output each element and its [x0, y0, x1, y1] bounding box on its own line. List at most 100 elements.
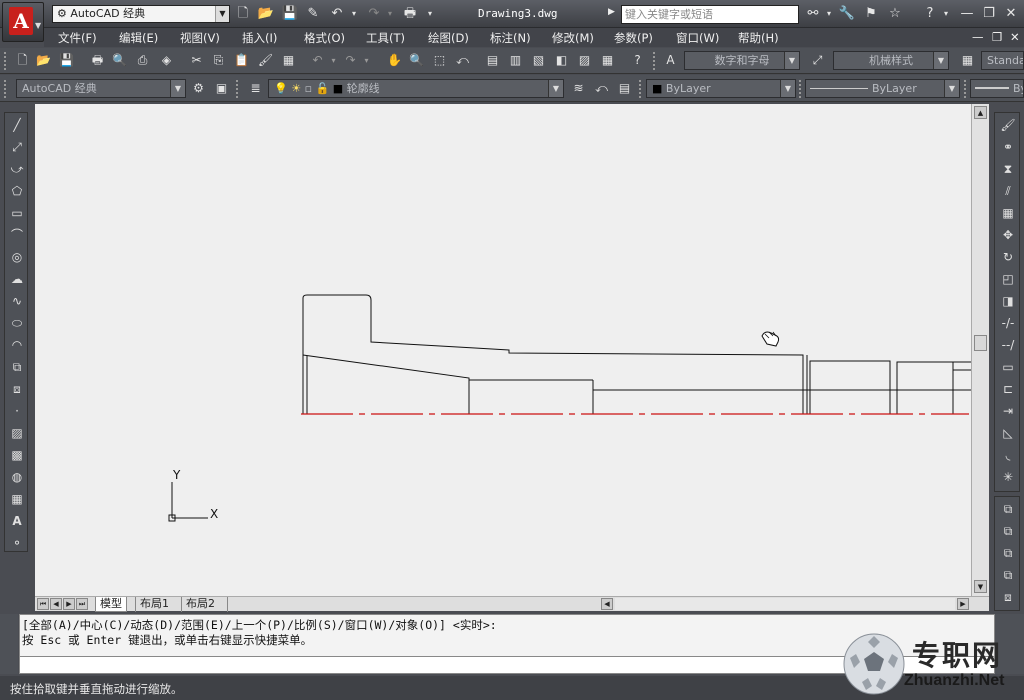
polygon-icon[interactable]: ⬠: [8, 181, 26, 201]
gradient-icon[interactable]: ▩: [8, 445, 26, 465]
restore-drawing-icon[interactable]: ❐: [992, 30, 1002, 44]
region-icon[interactable]: ◍: [8, 467, 26, 487]
bring-to-front-icon[interactable]: ⧉: [999, 499, 1017, 519]
toolbar-grip[interactable]: [653, 52, 657, 70]
qnew-icon[interactable]: 🗋: [14, 52, 31, 69]
menu-dimension[interactable]: 标注(N): [490, 30, 531, 46]
make-block-icon[interactable]: ⧈: [8, 379, 26, 399]
plot-icon[interactable]: 🖶: [89, 52, 106, 69]
scroll-left-icon[interactable]: ◀: [601, 598, 613, 610]
open-icon[interactable]: 📂: [35, 52, 52, 69]
zoom-window-icon[interactable]: ⬚: [431, 52, 448, 69]
explode-icon[interactable]: ✳: [999, 467, 1017, 487]
3d-dwf-icon[interactable]: ◈: [158, 52, 175, 69]
markup-icon[interactable]: ▨: [576, 52, 593, 69]
chevron-down-icon[interactable]: ▾: [820, 5, 838, 23]
table-icon[interactable]: ▦: [8, 489, 26, 509]
customize-icon[interactable]: ▣: [213, 80, 230, 97]
save-icon[interactable]: 💾: [281, 6, 299, 22]
chevron-down-icon[interactable]: ▾: [345, 6, 363, 22]
toolbar-grip[interactable]: [964, 80, 968, 98]
scroll-right-icon[interactable]: ▶: [957, 598, 969, 610]
layer-previous-icon[interactable]: ⤺: [593, 80, 610, 97]
add-selected-icon[interactable]: ⚬: [8, 533, 26, 553]
menu-window[interactable]: 窗口(W): [676, 30, 719, 46]
extend-icon[interactable]: --/: [999, 335, 1017, 355]
workspace-selector[interactable]: ⚙ AutoCAD 经典 ▼: [52, 5, 230, 23]
undo-icon[interactable]: ↶: [328, 6, 346, 22]
menu-file[interactable]: 文件(F): [58, 30, 97, 46]
menu-insert[interactable]: 插入(I): [242, 30, 277, 46]
chamfer-icon[interactable]: ◺: [999, 423, 1017, 443]
workspace-select[interactable]: AutoCAD 经典 ▼: [16, 79, 186, 98]
insert-block-icon[interactable]: ⧉: [8, 357, 26, 377]
linetype-select[interactable]: ByLayer ▼: [805, 79, 960, 98]
chevron-down-icon[interactable]: ▾: [358, 52, 375, 69]
horizontal-scroll-track[interactable]: [615, 598, 955, 610]
toolbar-grip[interactable]: [236, 80, 240, 98]
rotate-icon[interactable]: ↻: [999, 247, 1017, 267]
first-tab-icon[interactable]: ⏮: [37, 598, 49, 610]
vertical-scrollbar[interactable]: ▲ ▼: [971, 104, 989, 596]
layer-manager-icon[interactable]: ≣: [247, 80, 264, 97]
scroll-down-icon[interactable]: ▼: [974, 580, 987, 593]
favorites-star-icon[interactable]: ☆: [886, 5, 904, 23]
close-drawing-icon[interactable]: ✕: [1010, 30, 1020, 44]
fillet-icon[interactable]: ◟: [999, 445, 1017, 465]
minimize-drawing-icon[interactable]: —: [972, 30, 984, 44]
text-style-select[interactable]: 数字和字母 ▼: [684, 51, 800, 70]
color-select[interactable]: ■ ByLayer ▼: [646, 79, 796, 98]
copy-icon[interactable]: ⎘: [210, 52, 227, 69]
layer-select[interactable]: 💡 ☀ ▫ 🔓 ■ 轮廓线 ▼: [268, 79, 564, 98]
subscription-icon[interactable]: 🔧: [838, 5, 856, 23]
ellipse-arc-icon[interactable]: ◠: [8, 335, 26, 355]
line-icon[interactable]: ╱: [8, 115, 26, 135]
redo-icon[interactable]: ↷: [342, 52, 359, 69]
rectangle-icon[interactable]: ▭: [8, 203, 26, 223]
print-icon[interactable]: 🖶: [401, 6, 419, 22]
menu-parameter[interactable]: 参数(P): [614, 30, 653, 46]
publish-icon[interactable]: ⎙: [134, 52, 151, 69]
break-at-point-icon[interactable]: ▭: [999, 357, 1017, 377]
last-tab-icon[interactable]: ⏭: [76, 598, 88, 610]
erase-icon[interactable]: 🖌: [999, 115, 1017, 135]
menu-tools[interactable]: 工具(T): [366, 30, 405, 46]
multiline-text-icon[interactable]: A: [8, 511, 26, 531]
open-folder-icon[interactable]: 📂: [257, 6, 275, 22]
properties-icon[interactable]: ▤: [484, 52, 501, 69]
paste-icon[interactable]: 📋: [233, 52, 250, 69]
workspace-settings-icon[interactable]: ⚙: [190, 80, 207, 97]
scroll-up-icon[interactable]: ▲: [974, 106, 987, 119]
ellipse-icon[interactable]: ⬭: [8, 313, 26, 333]
menu-format[interactable]: 格式(O): [304, 30, 345, 46]
send-to-back-icon[interactable]: ⧉: [999, 521, 1017, 541]
minimize-window-icon[interactable]: —: [958, 5, 976, 23]
construction-line-icon[interactable]: ⤢: [8, 137, 26, 157]
circle-icon[interactable]: ◎: [8, 247, 26, 267]
mirror-icon[interactable]: ⧗: [999, 159, 1017, 179]
help-icon[interactable]: ?: [629, 52, 646, 69]
table-style-icon[interactable]: ▦: [959, 52, 976, 69]
calculator-icon[interactable]: ▦: [599, 52, 616, 69]
spline-icon[interactable]: ∿: [8, 291, 26, 311]
break-icon[interactable]: ⊏: [999, 379, 1017, 399]
point-icon[interactable]: ·: [8, 401, 26, 421]
hatch-icon[interactable]: ▨: [8, 423, 26, 443]
command-grip[interactable]: [0, 614, 18, 674]
menu-draw[interactable]: 绘图(D): [428, 30, 469, 46]
layer-state-icon[interactable]: ▤: [616, 80, 633, 97]
menu-help[interactable]: 帮助(H): [738, 30, 779, 46]
copy-object-icon[interactable]: ⚭: [999, 137, 1017, 157]
plot-preview-icon[interactable]: 🔍: [111, 52, 128, 69]
communication-center-icon[interactable]: ⚑: [862, 5, 880, 23]
arc-icon[interactable]: ⌒: [8, 225, 26, 245]
design-center-icon[interactable]: ▥: [507, 52, 524, 69]
dim-style-select[interactable]: 机械样式 ▼: [833, 51, 949, 70]
toolbar-grip[interactable]: [4, 52, 8, 70]
restore-window-icon[interactable]: ❐: [980, 5, 998, 23]
send-under-icon[interactable]: ⧉: [999, 565, 1017, 585]
make-current-layer-icon[interactable]: ≋: [570, 80, 587, 97]
prev-tab-icon[interactable]: ◀: [50, 598, 62, 610]
match-properties-icon[interactable]: 🖌: [257, 52, 274, 69]
stretch-icon[interactable]: ◨: [999, 291, 1017, 311]
